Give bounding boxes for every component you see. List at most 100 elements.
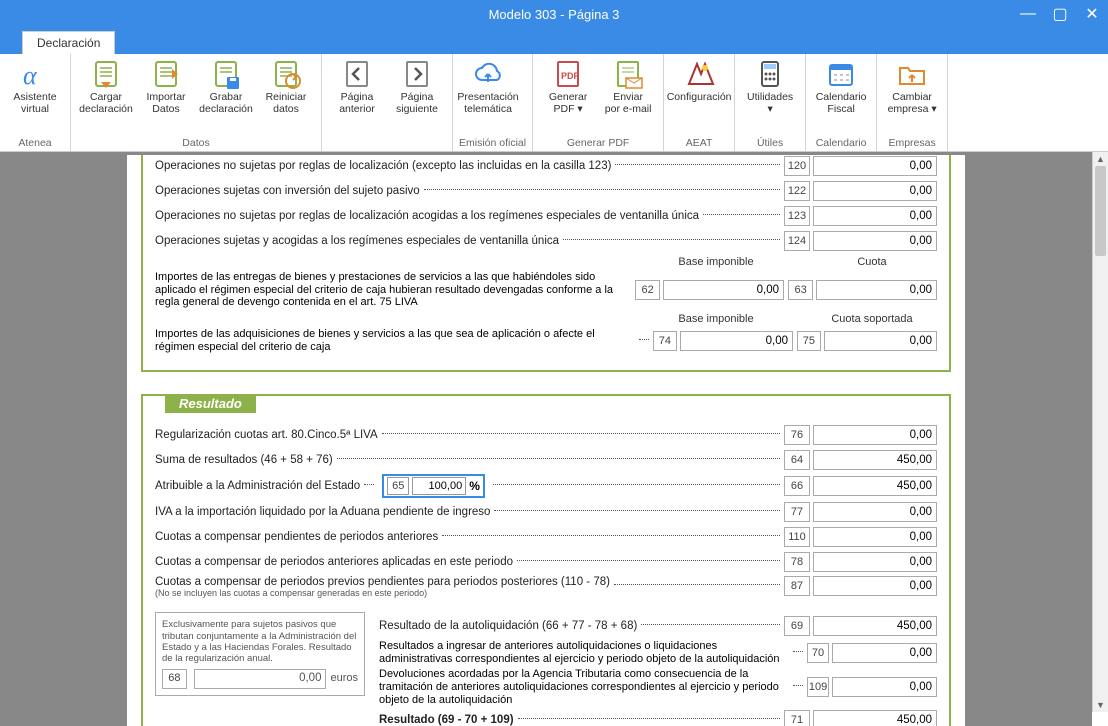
cell-num-77: 77: [784, 502, 810, 522]
ribbon-pdf[interactable]: PDFGenerarPDF ▾: [539, 56, 597, 117]
tab-declaracion[interactable]: Declaración: [22, 31, 115, 54]
ribbon-doc-load[interactable]: Cargardeclaración: [77, 56, 135, 117]
ribbon-page-next[interactable]: Páginasiguiente: [388, 56, 446, 117]
row-label: Resultado (69 - 70 + 109): [379, 714, 514, 726]
ribbon-label: Presentacióntelemática: [457, 92, 518, 115]
ribbon-group-title: Útiles: [741, 137, 799, 151]
ribbon-page-prev[interactable]: Páginaanterior: [328, 56, 386, 117]
cell-val-63[interactable]: 0,00: [816, 280, 937, 300]
cell-num-66: 66: [784, 476, 810, 496]
atribuible-percent-box: 65 100,00 %: [382, 474, 485, 498]
close-button[interactable]: ✕: [1076, 0, 1108, 28]
content-area: Operaciones no sujetas por reglas de loc…: [0, 152, 1092, 726]
subnote-87: (No se incluyen las cuotas a compensar g…: [155, 588, 610, 598]
ribbon-group: CargardeclaraciónImportarDatosGrabardecl…: [71, 54, 322, 151]
cell-val-71[interactable]: 450,00: [813, 710, 937, 726]
form-page: Operaciones no sujetas por reglas de loc…: [127, 155, 965, 726]
estado-text: Exclusivamente para sujetos pasivos que …: [162, 619, 358, 665]
doc-save-icon: [210, 58, 242, 90]
ribbon-calendar[interactable]: CalendarioFiscal: [812, 56, 870, 117]
cell-val-70[interactable]: 0,00: [832, 643, 937, 663]
cell-val-109[interactable]: 0,00: [832, 677, 937, 697]
ribbon-group: Utilidades▾ Útiles: [735, 54, 806, 151]
scroll-thumb[interactable]: [1095, 166, 1106, 256]
cell-val-68[interactable]: 0,00: [194, 669, 327, 689]
doc-import-icon: [150, 58, 182, 90]
ribbon-group: CalendarioFiscalCalendario: [806, 54, 877, 151]
cell-num-62: 62: [635, 280, 660, 300]
row-label: Operaciones sujetas y acogidas a los reg…: [155, 235, 559, 247]
form-row: Operaciones sujetas con inversión del su…: [155, 180, 937, 202]
ribbon-aeat[interactable]: Configuración: [670, 56, 728, 106]
ribbon-mail[interactable]: Enviarpor e-mail: [599, 56, 657, 117]
cell-val-65[interactable]: 100,00: [412, 477, 466, 495]
form-row: Resultados a ingresar de anteriores auto…: [379, 640, 937, 665]
cell-val-110[interactable]: 0,00: [813, 527, 937, 547]
cell-val-76[interactable]: 0,00: [813, 425, 937, 445]
maximize-button[interactable]: ▢: [1044, 0, 1076, 28]
ribbon-group: αAsistentevirtualAtenea: [0, 54, 71, 151]
cell-val-123[interactable]: 0,00: [813, 206, 937, 226]
section-operaciones: Operaciones no sujetas por reglas de loc…: [141, 155, 951, 372]
cell-val-78[interactable]: 0,00: [813, 552, 937, 572]
cell-num-69: 69: [784, 616, 810, 636]
ribbon-group-title: Emisión oficial: [459, 137, 526, 151]
cell-val-77[interactable]: 0,00: [813, 502, 937, 522]
cell-val-74[interactable]: 0,00: [680, 331, 793, 351]
aeat-icon: [683, 58, 715, 90]
row-label: Cuotas a compensar pendientes de periodo…: [155, 531, 438, 543]
row-label: Resultado de la autoliquidación (66 + 77…: [379, 620, 637, 632]
cell-val-64[interactable]: 450,00: [813, 450, 937, 470]
form-row: Operaciones no sujetas por reglas de loc…: [155, 205, 937, 227]
tabbar: Declaración: [0, 28, 1108, 54]
cell-num-76: 76: [784, 425, 810, 445]
label-87: Cuotas a compensar de periodos previos p…: [155, 576, 610, 588]
ribbon-calc[interactable]: Utilidades▾: [741, 56, 799, 117]
ribbon-doc-reset[interactable]: Reiniciardatos: [257, 56, 315, 117]
ribbon-alpha[interactable]: αAsistentevirtual: [6, 56, 64, 117]
ribbon-cloud-up[interactable]: Presentacióntelemática: [459, 56, 517, 117]
ribbon-group-title: Empresas: [883, 137, 941, 151]
scroll-down-icon[interactable]: ▼: [1093, 698, 1108, 712]
form-row: Resultado de la autoliquidación (66 + 77…: [379, 615, 937, 637]
form-row: Cuotas a compensar pendientes de periodo…: [155, 526, 937, 548]
ribbon-label: Configuración: [667, 92, 732, 104]
ribbon-group: PDFGenerarPDF ▾Enviarpor e-mailGenerar P…: [533, 54, 664, 151]
header-base-imponible: Base imponible: [651, 256, 781, 268]
cell-val-69[interactable]: 450,00: [813, 616, 937, 636]
ribbon-label: Cambiarempresa ▾: [888, 92, 937, 115]
row-label: IVA a la importación liquidado por la Ad…: [155, 506, 490, 518]
svg-text:PDF: PDF: [561, 71, 580, 81]
ribbon-label: Páginasiguiente: [396, 92, 438, 115]
ribbon-label: Enviarpor e-mail: [605, 92, 652, 115]
pdf-icon: PDF: [552, 58, 584, 90]
percent-icon: %: [469, 479, 480, 493]
cell-num-87: 87: [784, 576, 810, 596]
vertical-scrollbar[interactable]: ▲ ▼: [1092, 152, 1108, 712]
form-row: Cuotas a compensar de periodos anteriore…: [155, 551, 937, 573]
alpha-icon: α: [19, 58, 51, 90]
cell-val-66[interactable]: 450,00: [813, 476, 937, 496]
cell-num-74: 74: [653, 331, 677, 351]
ribbon-folder-up[interactable]: Cambiarempresa ▾: [883, 56, 941, 117]
cell-num-120: 120: [784, 156, 810, 176]
form-row: Operaciones no sujetas por reglas de loc…: [155, 155, 937, 177]
cell-val-62[interactable]: 0,00: [663, 280, 784, 300]
row-label: Resultados a ingresar de anteriores auto…: [379, 640, 789, 665]
ribbon-doc-save[interactable]: Grabardeclaración: [197, 56, 255, 117]
ribbon: αAsistentevirtualAteneaCargardeclaración…: [0, 54, 1108, 152]
cell-val-122[interactable]: 0,00: [813, 181, 937, 201]
svg-text:α: α: [23, 61, 38, 90]
scroll-up-icon[interactable]: ▲: [1093, 152, 1108, 166]
doc-reset-icon: [270, 58, 302, 90]
ribbon-doc-import[interactable]: ImportarDatos: [137, 56, 195, 117]
cell-val-75[interactable]: 0,00: [824, 331, 937, 351]
cell-val-87[interactable]: 0,00: [813, 576, 937, 596]
row-label: Cuotas a compensar de periodos anteriore…: [155, 556, 513, 568]
cell-val-124[interactable]: 0,00: [813, 231, 937, 251]
calc-icon: [754, 58, 786, 90]
folder-up-icon: [896, 58, 928, 90]
ribbon-label: Asistentevirtual: [13, 92, 56, 115]
minimize-button[interactable]: —: [1012, 0, 1044, 28]
cell-val-120[interactable]: 0,00: [813, 156, 937, 176]
